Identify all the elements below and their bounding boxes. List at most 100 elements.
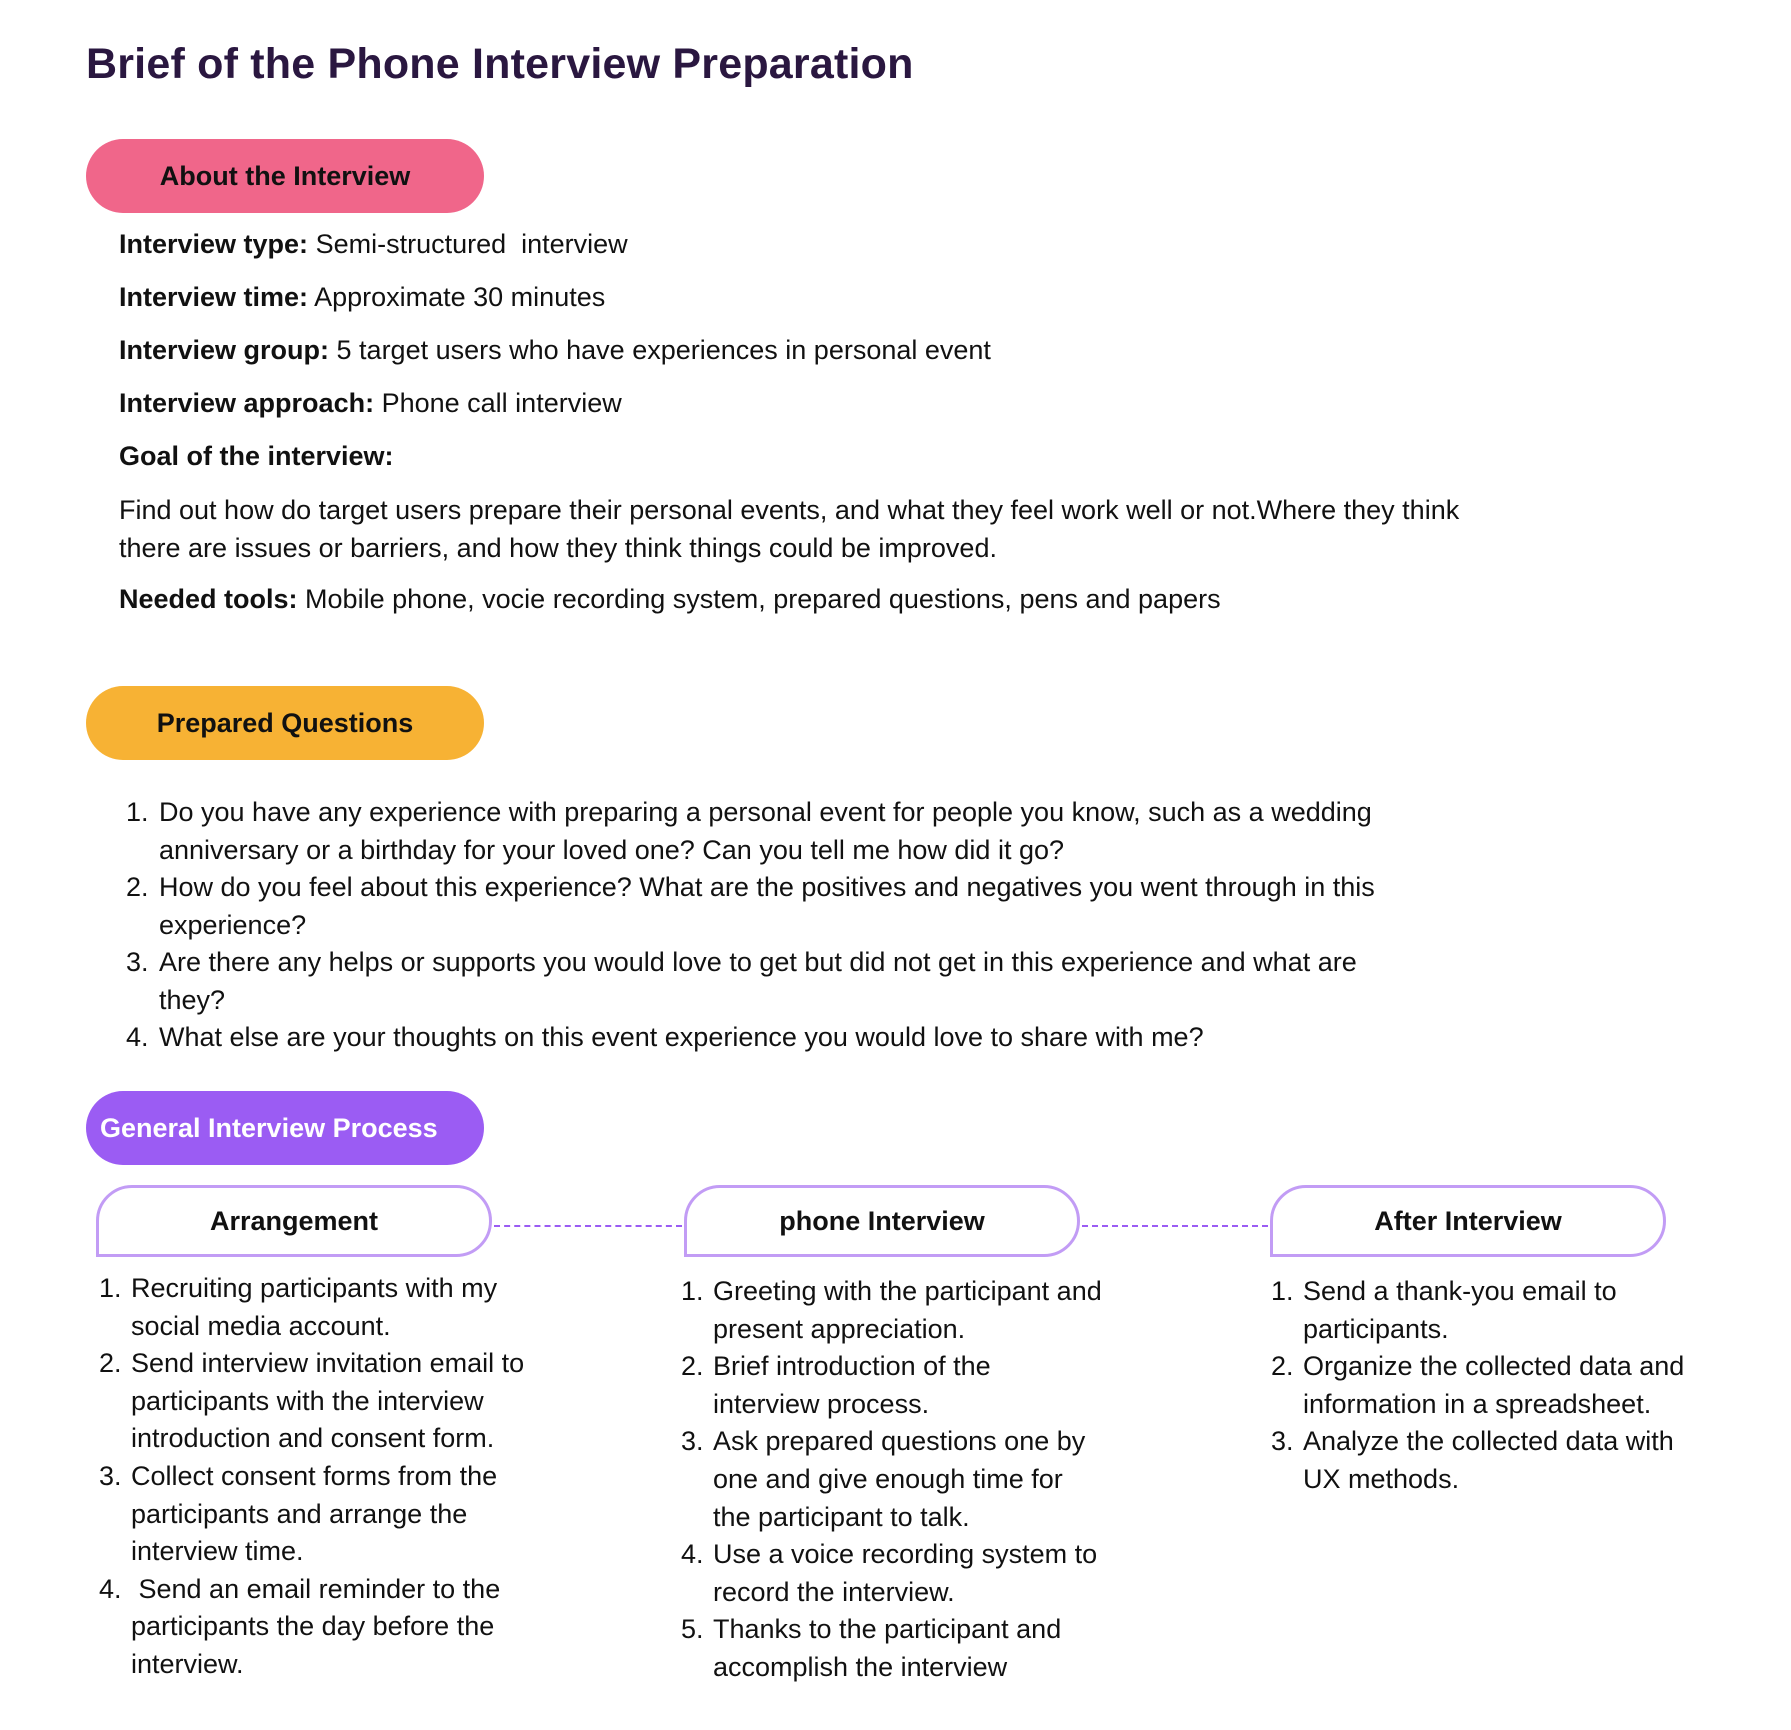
interview-type-row: Interview type: Semi-structured intervie… bbox=[119, 226, 1599, 263]
step-number: 2. bbox=[1271, 1351, 1294, 1382]
needed-tools-label: Needed tools: bbox=[119, 584, 298, 614]
question-number: 2. bbox=[126, 872, 149, 902]
question-number: 4. bbox=[126, 1022, 149, 1052]
step-line: Send an email reminder to the bbox=[131, 1573, 501, 1604]
questions-list: 1. Do you have any experience with prepa… bbox=[126, 794, 1476, 1057]
about-details: Interview type: Semi-structured intervie… bbox=[119, 226, 1599, 634]
step-item: 3. Analyze the collected data with UX me… bbox=[1271, 1423, 1741, 1498]
question-item: 4. What else are your thoughts on this e… bbox=[126, 1019, 1476, 1057]
needed-tools-value: Mobile phone, vocie recording system, pr… bbox=[305, 584, 1221, 614]
interview-group-value: 5 target users who have experiences in p… bbox=[336, 335, 991, 365]
question-line: experience? bbox=[159, 909, 307, 940]
step-line: Analyze the collected data with bbox=[1303, 1426, 1674, 1457]
page-title: Brief of the Phone Interview Preparation bbox=[86, 40, 914, 88]
step-line: Collect consent forms from the bbox=[131, 1460, 498, 1491]
question-item: 1. Do you have any experience with prepa… bbox=[126, 794, 1476, 869]
step-line: participants. bbox=[1303, 1313, 1449, 1344]
step-line: record the interview. bbox=[713, 1576, 955, 1607]
question-number: 3. bbox=[126, 947, 149, 977]
step-line: one and give enough time for bbox=[713, 1463, 1063, 1494]
step-number: 4. bbox=[99, 1573, 122, 1604]
step-line: Greeting with the participant and bbox=[713, 1276, 1102, 1306]
step-line: Use a voice recording system to bbox=[713, 1539, 1098, 1570]
step-number: 1. bbox=[681, 1276, 704, 1306]
step-line: accomplish the interview bbox=[713, 1651, 1008, 1682]
section-heading-process: General Interview Process bbox=[86, 1091, 484, 1165]
step-number: 3. bbox=[99, 1460, 122, 1491]
question-line: Do you have any experience with preparin… bbox=[159, 797, 1372, 827]
step-line: Ask prepared questions one by bbox=[713, 1426, 1086, 1457]
question-line: they? bbox=[159, 984, 226, 1015]
step-line: Organize the collected data and bbox=[1303, 1351, 1685, 1382]
stage-connector bbox=[1082, 1225, 1268, 1227]
question-number: 1. bbox=[126, 797, 149, 827]
interview-type-value: Semi-structured interview bbox=[315, 229, 628, 259]
interview-approach-label: Interview approach: bbox=[119, 388, 375, 418]
step-item: 1. Recruiting participants with my socia… bbox=[99, 1270, 569, 1345]
goal-line-1: Find out how do target users prepare the… bbox=[119, 495, 1460, 525]
step-line: social media account. bbox=[131, 1310, 391, 1341]
question-line: How do you feel about this experience? W… bbox=[159, 872, 1375, 902]
stage-after-interview: After Interview bbox=[1270, 1185, 1666, 1257]
goal-line-2: there are issues or barriers, and how th… bbox=[119, 533, 997, 563]
stage-phone-interview: phone Interview bbox=[684, 1185, 1080, 1257]
question-item: 2. How do you feel about this experience… bbox=[126, 869, 1476, 944]
after-interview-steps: 1. Send a thank-you email to participant… bbox=[1271, 1273, 1741, 1499]
step-item: 4. Send an email reminder to the partici… bbox=[99, 1571, 569, 1684]
step-line: interview. bbox=[131, 1648, 244, 1679]
goal-text: Find out how do target users prepare the… bbox=[119, 491, 1599, 567]
section-heading-questions: Prepared Questions bbox=[86, 686, 484, 760]
step-item: 1. Greeting with the participant and pre… bbox=[681, 1273, 1151, 1348]
step-item: 3. Collect consent forms from the partic… bbox=[99, 1458, 569, 1571]
step-line: information in a spreadsheet. bbox=[1303, 1388, 1652, 1419]
step-line: Send interview invitation email to bbox=[131, 1348, 525, 1379]
step-line: introduction and consent form. bbox=[131, 1423, 495, 1454]
step-number: 1. bbox=[99, 1273, 122, 1303]
step-item: 2. Send interview invitation email to pa… bbox=[99, 1345, 569, 1458]
step-line: participants the day before the bbox=[131, 1611, 495, 1642]
question-line: What else are your thoughts on this even… bbox=[159, 1022, 1204, 1052]
interview-time-value: Approximate 30 minutes bbox=[314, 282, 606, 312]
step-line: participants and arrange the bbox=[131, 1498, 468, 1529]
stage-arrangement: Arrangement bbox=[96, 1185, 492, 1257]
interview-approach-row: Interview approach: Phone call interview bbox=[119, 385, 1599, 422]
step-line: Brief introduction of the bbox=[713, 1351, 991, 1382]
question-line: Are there any helps or supports you woul… bbox=[159, 947, 1357, 977]
question-item: 3. Are there any helps or supports you w… bbox=[126, 944, 1476, 1019]
arrangement-steps: 1. Recruiting participants with my socia… bbox=[99, 1270, 569, 1684]
interview-approach-value: Phone call interview bbox=[381, 388, 622, 418]
stage-connector bbox=[494, 1225, 682, 1227]
interview-time-row: Interview time: Approximate 30 minutes bbox=[119, 279, 1599, 316]
step-number: 4. bbox=[681, 1539, 704, 1570]
step-line: interview time. bbox=[131, 1536, 304, 1567]
step-number: 2. bbox=[681, 1351, 704, 1382]
step-line: the participant to talk. bbox=[713, 1501, 970, 1532]
step-line: participants with the interview bbox=[131, 1385, 484, 1416]
step-line: Recruiting participants with my bbox=[131, 1273, 498, 1303]
step-item: 3. Ask prepared questions one by one and… bbox=[681, 1423, 1151, 1536]
step-line: present appreciation. bbox=[713, 1313, 966, 1344]
step-number: 2. bbox=[99, 1348, 122, 1379]
step-line: interview process. bbox=[713, 1388, 930, 1419]
phone-interview-steps: 1. Greeting with the participant and pre… bbox=[681, 1273, 1151, 1687]
step-item: 1. Send a thank-you email to participant… bbox=[1271, 1273, 1741, 1348]
step-item: 2. Organize the collected data and infor… bbox=[1271, 1348, 1741, 1423]
step-item: 4. Use a voice recording system to recor… bbox=[681, 1536, 1151, 1611]
question-line: anniversary or a birthday for your loved… bbox=[159, 834, 1065, 865]
step-line: UX methods. bbox=[1303, 1463, 1460, 1494]
interview-group-label: Interview group: bbox=[119, 335, 330, 365]
step-line: Thanks to the participant and bbox=[713, 1614, 1062, 1645]
needed-tools-row: Needed tools: Mobile phone, vocie record… bbox=[119, 581, 1599, 618]
interview-time-label: Interview time: bbox=[119, 282, 309, 312]
interview-type-label: Interview type: bbox=[119, 229, 309, 259]
step-item: 2. Brief introduction of the interview p… bbox=[681, 1348, 1151, 1423]
step-number: 1. bbox=[1271, 1276, 1294, 1306]
section-heading-about: About the Interview bbox=[86, 139, 484, 213]
goal-label: Goal of the interview: bbox=[119, 441, 394, 471]
step-line: Send a thank-you email to bbox=[1303, 1276, 1617, 1306]
step-number: 3. bbox=[1271, 1426, 1294, 1457]
step-number: 3. bbox=[681, 1426, 704, 1457]
step-item: 5. Thanks to the participant and accompl… bbox=[681, 1611, 1151, 1686]
interview-group-row: Interview group: 5 target users who have… bbox=[119, 332, 1599, 369]
step-number: 5. bbox=[681, 1614, 704, 1645]
